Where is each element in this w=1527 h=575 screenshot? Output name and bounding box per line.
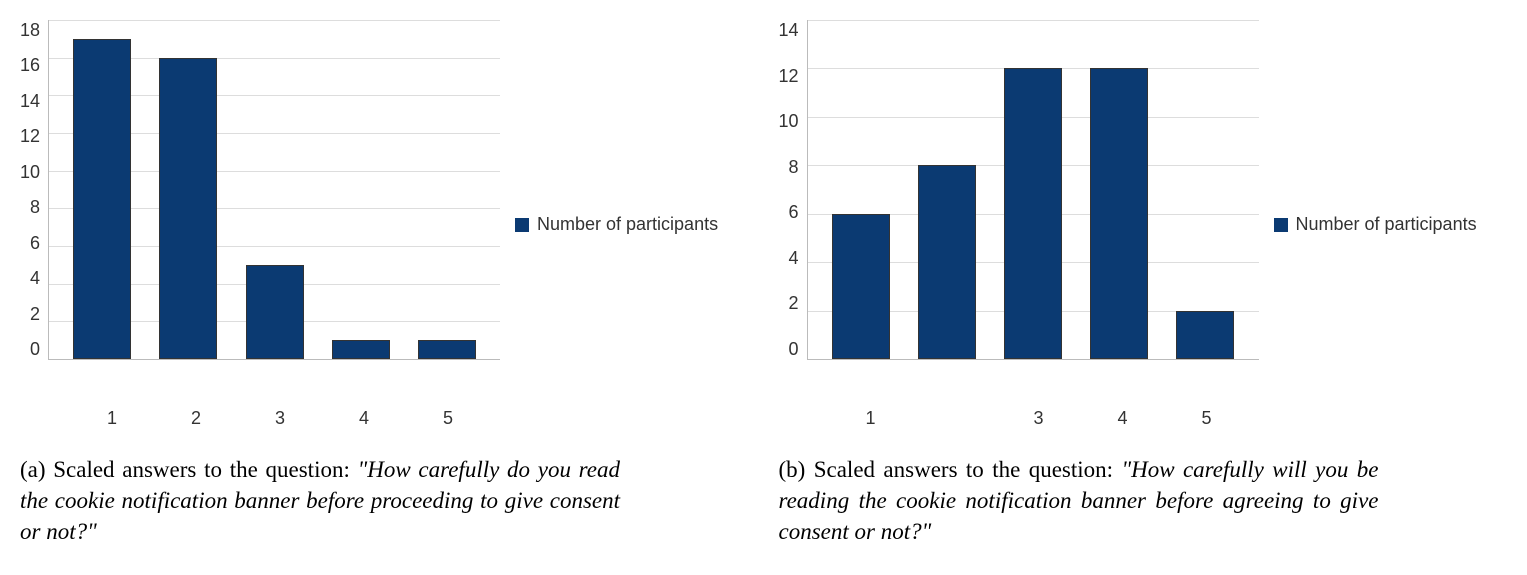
y-tick: 12 xyxy=(20,126,40,147)
y-tick: 8 xyxy=(30,197,40,218)
bar xyxy=(1176,311,1234,359)
legend-b: Number of participants xyxy=(1274,214,1477,235)
bars-a xyxy=(49,20,500,359)
y-tick: 14 xyxy=(779,20,799,41)
charts-container: 18 16 14 12 10 8 6 4 2 0 xyxy=(20,20,1507,547)
legend-label: Number of participants xyxy=(1296,214,1477,235)
x-tick: 2 xyxy=(167,408,225,429)
y-tick: 2 xyxy=(30,304,40,325)
x-tick: 5 xyxy=(419,408,477,429)
x-tick xyxy=(926,408,984,429)
x-tick: 3 xyxy=(251,408,309,429)
chart-area-a: 18 16 14 12 10 8 6 4 2 0 xyxy=(20,20,500,400)
bar xyxy=(73,39,131,359)
bar xyxy=(246,265,304,359)
y-tick: 0 xyxy=(30,339,40,360)
y-tick: 6 xyxy=(30,233,40,254)
y-tick: 12 xyxy=(779,66,799,87)
chart-row-b: 14 12 10 8 6 4 2 0 xyxy=(779,20,1508,429)
bar xyxy=(159,58,217,359)
x-tick: 1 xyxy=(842,408,900,429)
y-tick: 16 xyxy=(20,55,40,76)
y-tick: 14 xyxy=(20,91,40,112)
caption-b: (b) Scaled answers to the question: "How… xyxy=(779,454,1379,547)
legend-swatch-icon xyxy=(1274,218,1288,232)
y-tick: 10 xyxy=(20,162,40,183)
x-axis-a: 1 2 3 4 5 xyxy=(60,400,500,429)
y-axis-a: 18 16 14 12 10 8 6 4 2 0 xyxy=(20,20,48,360)
bars-b xyxy=(808,20,1259,359)
y-tick: 4 xyxy=(789,248,799,269)
x-tick: 3 xyxy=(1010,408,1068,429)
chart-wrapper-a: 18 16 14 12 10 8 6 4 2 0 xyxy=(20,20,500,429)
bar xyxy=(418,340,476,359)
y-tick: 0 xyxy=(789,339,799,360)
chart-row-a: 18 16 14 12 10 8 6 4 2 0 xyxy=(20,20,749,429)
x-tick: 5 xyxy=(1178,408,1236,429)
chart-panel-b: 14 12 10 8 6 4 2 0 xyxy=(779,20,1508,547)
chart-panel-a: 18 16 14 12 10 8 6 4 2 0 xyxy=(20,20,749,547)
legend-a: Number of participants xyxy=(515,214,718,235)
bar xyxy=(1004,68,1062,359)
bar xyxy=(832,214,890,359)
chart-area-b: 14 12 10 8 6 4 2 0 xyxy=(779,20,1259,400)
y-axis-b: 14 12 10 8 6 4 2 0 xyxy=(779,20,807,360)
bar xyxy=(918,165,976,359)
x-tick: 4 xyxy=(335,408,393,429)
y-tick: 18 xyxy=(20,20,40,41)
caption-prefix-a: (a) Scaled answers to the question: xyxy=(20,457,358,482)
chart-wrapper-b: 14 12 10 8 6 4 2 0 xyxy=(779,20,1259,429)
plot-area-a xyxy=(48,20,500,360)
y-tick: 4 xyxy=(30,268,40,289)
legend-swatch-icon xyxy=(515,218,529,232)
y-tick: 2 xyxy=(789,293,799,314)
x-tick: 4 xyxy=(1094,408,1152,429)
x-tick: 1 xyxy=(83,408,141,429)
bar xyxy=(1090,68,1148,359)
bar xyxy=(332,340,390,359)
caption-prefix-b: (b) Scaled answers to the question: xyxy=(779,457,1122,482)
x-axis-b: 1 3 4 5 xyxy=(819,400,1259,429)
caption-a: (a) Scaled answers to the question: "How… xyxy=(20,454,620,547)
plot-area-b xyxy=(807,20,1259,360)
y-tick: 8 xyxy=(789,157,799,178)
y-tick: 6 xyxy=(789,202,799,223)
y-tick: 10 xyxy=(779,111,799,132)
legend-label: Number of participants xyxy=(537,214,718,235)
